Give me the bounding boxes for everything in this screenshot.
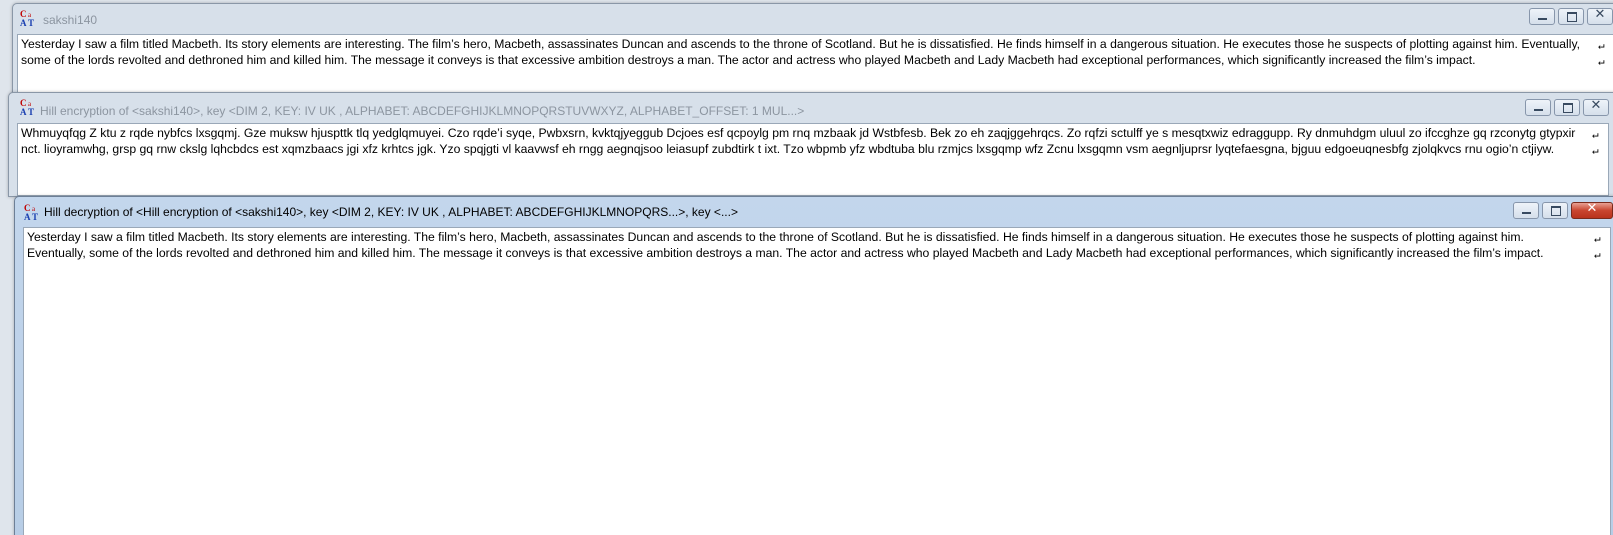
- window-title: Hill decryption of <Hill encryption of <…: [44, 205, 738, 219]
- line-wrap-marker-icon: ↵: [1592, 128, 1599, 141]
- window-plaintext[interactable]: C a A T sakshi140 ✕ Yesterday I saw a fi…: [12, 3, 1613, 103]
- close-icon: ✕: [1590, 98, 1602, 113]
- minimize-button[interactable]: [1513, 202, 1539, 219]
- svg-text:T: T: [28, 107, 34, 116]
- minimize-button[interactable]: [1529, 8, 1555, 25]
- close-button[interactable]: ✕: [1583, 98, 1609, 116]
- ciphertext-textarea[interactable]: Whmuyqfqg Z ktu z rqde nybfcs lxsgqmj. G…: [18, 124, 1586, 195]
- minimize-icon: [1522, 212, 1531, 214]
- close-button[interactable]: ✕: [1571, 201, 1613, 219]
- window-controls: ✕: [1510, 201, 1613, 220]
- desktop: C a A T sakshi140 ✕ Yesterday I saw a fi…: [0, 0, 1613, 535]
- maximize-button[interactable]: [1558, 8, 1584, 25]
- titlebar[interactable]: C a A T Hill encryption of <sakshi140>, …: [9, 93, 1613, 123]
- svg-text:A: A: [20, 18, 27, 27]
- svg-text:A: A: [24, 212, 31, 221]
- window-controls: ✕: [1522, 98, 1609, 117]
- wrap-markers: ↵ ↵: [1592, 127, 1604, 158]
- close-icon: ✕: [1586, 201, 1598, 216]
- titlebar[interactable]: C a A T Hill decryption of <Hill encrypt…: [15, 197, 1613, 227]
- maximize-icon: [1567, 12, 1577, 22]
- maximize-icon: [1551, 206, 1561, 216]
- window-title: Hill encryption of <sakshi140>, key <DIM…: [40, 104, 805, 118]
- minimize-icon: [1538, 18, 1547, 20]
- line-wrap-marker-icon: ↵: [1598, 39, 1605, 52]
- window-encryption[interactable]: C a A T Hill encryption of <sakshi140>, …: [8, 92, 1613, 197]
- maximize-button[interactable]: [1554, 99, 1580, 116]
- line-wrap-marker-icon: ↵: [1594, 247, 1601, 261]
- svg-text:A: A: [20, 107, 27, 116]
- line-wrap-marker-icon: ↵: [1598, 54, 1605, 68]
- line-wrap-marker-icon: ↵: [1594, 232, 1601, 245]
- text-panel[interactable]: Whmuyqfqg Z ktu z rqde nybfcs lxsgqmj. G…: [17, 123, 1609, 196]
- maximize-icon: [1563, 103, 1573, 113]
- wrap-markers: ↵ ↵: [1598, 38, 1610, 69]
- cat-app-icon: C a A T: [20, 98, 34, 116]
- minimize-icon: [1534, 109, 1543, 111]
- cat-app-icon: C a A T: [20, 9, 34, 27]
- minimize-button[interactable]: [1525, 99, 1551, 116]
- svg-text:T: T: [32, 212, 38, 221]
- line-wrap-marker-icon: ↵: [1592, 143, 1599, 157]
- text-panel[interactable]: Yesterday I saw a film titled Macbeth. I…: [23, 227, 1611, 535]
- close-button[interactable]: ✕: [1587, 7, 1613, 25]
- titlebar[interactable]: C a A T sakshi140 ✕: [13, 4, 1613, 34]
- svg-text:T: T: [28, 18, 34, 27]
- cat-app-icon: C a A T: [24, 203, 38, 221]
- window-decryption[interactable]: C a A T Hill decryption of <Hill encrypt…: [14, 196, 1613, 535]
- window-controls: ✕: [1526, 7, 1613, 26]
- window-title: sakshi140: [43, 13, 98, 27]
- maximize-button[interactable]: [1542, 202, 1568, 219]
- wrap-markers: ↵ ↵: [1594, 231, 1606, 262]
- decrypted-textarea[interactable]: Yesterday I saw a film titled Macbeth. I…: [24, 228, 1588, 535]
- close-icon: ✕: [1594, 7, 1606, 22]
